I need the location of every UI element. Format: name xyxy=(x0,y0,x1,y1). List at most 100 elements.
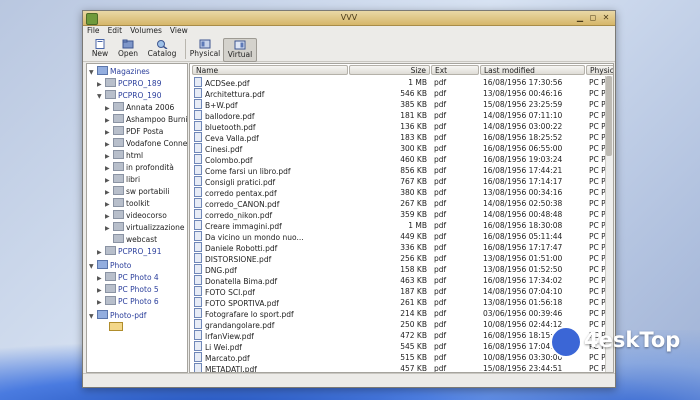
table-row[interactable]: corredo_CANON.pdf 267 KB pdf 14/08/1956 02:… xyxy=(190,198,613,209)
new-button[interactable]: New xyxy=(87,38,113,60)
table-row[interactable]: DNG.pdf158 KBpdf13/08/1956 01:52:50PC Ph… xyxy=(190,264,613,275)
table-row[interactable]: Donatella Bima.pdf 463 KB pdf 16/08/1956 17… xyxy=(190,275,613,286)
tree-node-child[interactable]: ▶ PDF Posta xyxy=(105,126,163,137)
table-row[interactable]: Daniele Robotti.pdf 336 KB pdf 16/08/1956 1… xyxy=(190,242,613,253)
tree-node-magazines[interactable]: ▼ Magazines xyxy=(89,66,150,77)
expanded-arrow-icon[interactable]: ▼ xyxy=(97,91,105,102)
minimize-icon[interactable]: ▁ xyxy=(575,13,585,23)
table-row[interactable]: Creare immagini.pdf 1 MB pdf 16/08/1956 18:… xyxy=(190,220,613,231)
tree-label: Photo xyxy=(110,261,132,270)
collapsed-arrow-icon[interactable]: ▶ xyxy=(105,199,113,210)
file-modified: 14/08/1956 07:11:10 xyxy=(483,111,563,120)
table-row[interactable]: Come farsi un libro.pdf 856 KB pdf 16/08/19… xyxy=(190,165,613,176)
file-modified: 16/08/1956 17:30:56 xyxy=(483,78,563,87)
tree-node-photo5[interactable]: ▶ PC Photo 5 xyxy=(97,284,159,295)
tree-label: sw portabili xyxy=(126,187,170,196)
tree-node-child[interactable]: ▶ html xyxy=(105,150,143,161)
file-name-text: Creare immagini.pdf xyxy=(205,222,282,231)
tree-node-child[interactable]: ▶ videocorso xyxy=(105,210,167,221)
tree-node-child[interactable]: ▶ libri xyxy=(105,174,140,185)
column-name[interactable]: Name xyxy=(192,65,348,75)
collapsed-arrow-icon[interactable]: ▶ xyxy=(105,127,113,138)
table-row[interactable]: FOTO SPORTIVA.pdf 261 KB pdf 13/08/1956 01:… xyxy=(190,297,613,308)
table-row[interactable]: Architettura.pdf 546 KB pdf 13/08/1956 00:4… xyxy=(190,88,613,99)
table-row[interactable]: bluetooth.pdf 136 KB pdf 14/08/1956 03:00:2… xyxy=(190,121,613,132)
title-bar[interactable]: VVV ▁ ◻ ✕ xyxy=(83,11,615,26)
physical-button[interactable]: Physical xyxy=(189,38,221,60)
tree-node-photo6[interactable]: ▶ PC Photo 6 xyxy=(97,296,159,307)
table-row[interactable]: Consigli pratici.pdf 767 KB pdf 16/08/1956 … xyxy=(190,176,613,187)
table-row[interactable]: METADATI.pdf 457 KB pdf 15/08/1956 23:44:51… xyxy=(190,363,613,373)
folder-icon xyxy=(105,296,116,305)
expanded-arrow-icon[interactable]: ▼ xyxy=(89,67,97,78)
file-size: 460 KB xyxy=(400,155,427,164)
collapsed-arrow-icon[interactable]: ▶ xyxy=(97,297,105,308)
catalog-button[interactable]: Catalog xyxy=(145,38,179,60)
tree-node-selected-folder[interactable] xyxy=(109,322,125,333)
table-row[interactable]: Fotografare lo sport.pdf 214 KB pdf 03/06/1… xyxy=(190,308,613,319)
open-button[interactable]: Open xyxy=(115,38,141,60)
tree-node-child[interactable]: ▶ Ashampoo Burning xyxy=(105,114,187,126)
tree-node-child[interactable]: ▶ virtualizzazione xyxy=(105,222,185,233)
file-name-text: DNG.pdf xyxy=(205,266,237,275)
file-name-text: Come farsi un libro.pdf xyxy=(205,167,291,176)
collapsed-arrow-icon[interactable]: ▶ xyxy=(97,285,105,296)
tree-node-pcpro190[interactable]: ▼ PCPRO_190 xyxy=(97,90,161,101)
column-size[interactable]: Size xyxy=(349,65,430,75)
scrollbar-thumb[interactable] xyxy=(606,76,612,156)
maximize-icon[interactable]: ◻ xyxy=(588,13,598,23)
collapsed-arrow-icon[interactable]: ▶ xyxy=(105,139,113,150)
column-path[interactable]: Physical path xyxy=(586,65,613,75)
menu-file[interactable]: File xyxy=(83,25,104,36)
tree-node-child[interactable]: ▶ toolkit xyxy=(105,198,150,209)
tree-node-child[interactable]: ▶ in profondità xyxy=(105,162,174,173)
table-row[interactable]: FOTO SCI.pdf 187 KB pdf 14/08/1956 07:04:10… xyxy=(190,286,613,297)
collapsed-arrow-icon[interactable]: ▶ xyxy=(97,79,105,90)
file-size: 158 KB xyxy=(400,265,427,274)
tree-node-child[interactable]: ▶ Annata 2006 xyxy=(105,102,174,113)
tree-node-photo4[interactable]: ▶ PC Photo 4 xyxy=(97,272,159,283)
folder-icon xyxy=(113,174,124,183)
tree-node-child[interactable]: ▶ Vodafone Connect xyxy=(105,138,187,150)
collapsed-arrow-icon[interactable]: ▶ xyxy=(105,163,113,174)
tree-node-pcpro191[interactable]: ▶ PCPRO_191 xyxy=(97,246,161,257)
close-icon[interactable]: ✕ xyxy=(601,13,611,23)
collapsed-arrow-icon[interactable]: ▶ xyxy=(97,247,105,258)
collapsed-arrow-icon[interactable]: ▶ xyxy=(105,103,113,114)
column-ext[interactable]: Ext xyxy=(431,65,479,75)
tree-node-pcpro189[interactable]: ▶ PCPRO_189 xyxy=(97,78,161,89)
column-modified[interactable]: Last modified xyxy=(480,65,585,75)
table-row[interactable]: Cinesi.pdf 300 KB pdf 16/08/1956 06:55:00 PC… xyxy=(190,143,613,154)
table-row[interactable]: B+W.pdf385 KBpdf15/08/1956 23:25:59PC Ph… xyxy=(190,99,613,110)
table-row[interactable]: Da vicino un mondo nuo... 449 KB pdf 16/08/… xyxy=(190,231,613,242)
expanded-arrow-icon[interactable]: ▼ xyxy=(89,311,97,322)
file-modified: 16/08/1956 17:44:21 xyxy=(483,166,563,175)
tree-node-child[interactable]: ▶ sw portabili xyxy=(105,186,169,197)
collapsed-arrow-icon[interactable]: ▶ xyxy=(105,115,113,126)
file-ext: pdf xyxy=(434,364,447,373)
table-row[interactable]: Colombo.pdf 460 KB pdf 16/08/1956 19:03:24 P… xyxy=(190,154,613,165)
table-row[interactable]: corredo_nikon.pdf 359 KB pdf 14/08/1956 00:… xyxy=(190,209,613,220)
table-row[interactable]: ballodore.pdf 181 KB pdf 14/08/1956 07:11:1… xyxy=(190,110,613,121)
collapsed-arrow-icon[interactable]: ▶ xyxy=(105,211,113,222)
folder-icon xyxy=(97,260,108,269)
virtual-button[interactable]: Virtual xyxy=(223,38,257,62)
menu-edit[interactable]: Edit xyxy=(104,25,127,36)
collapsed-arrow-icon[interactable]: ▶ xyxy=(97,273,105,284)
menu-volumes[interactable]: Volumes xyxy=(126,25,166,36)
collapsed-arrow-icon[interactable]: ▶ xyxy=(105,151,113,162)
tree-node-child[interactable]: webcast xyxy=(113,234,157,245)
collapsed-arrow-icon[interactable]: ▶ xyxy=(105,187,113,198)
tree-node-photo[interactable]: ▼ Photo xyxy=(89,260,131,271)
table-row[interactable]: corredo pentax.pdf 380 KB pdf 13/08/1956 00… xyxy=(190,187,613,198)
menu-view[interactable]: View xyxy=(166,25,192,36)
folder-icon xyxy=(113,162,124,171)
table-row[interactable]: DISTORSIONE.pdf 256 KB pdf 13/08/1956 01:51… xyxy=(190,253,613,264)
collapsed-arrow-icon[interactable]: ▶ xyxy=(105,175,113,186)
tree-node-photopdf[interactable]: ▼ Photo-pdf xyxy=(89,310,146,321)
expanded-arrow-icon[interactable]: ▼ xyxy=(89,261,97,272)
table-row[interactable]: Ceva Valla.pdf 183 KB pdf 16/08/1956 18:25:… xyxy=(190,132,613,143)
folder-icon xyxy=(97,66,108,75)
collapsed-arrow-icon[interactable]: ▶ xyxy=(105,223,113,234)
table-row[interactable]: ACDSee.pdf1 MBpdf16/08/1956 17:30:56PC P… xyxy=(190,77,613,88)
